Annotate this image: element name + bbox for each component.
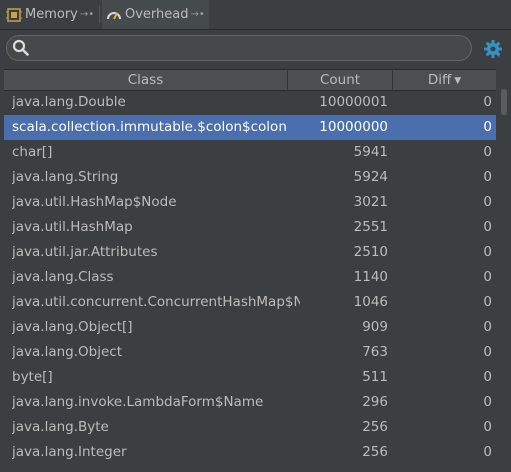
- table-row[interactable]: java.util.jar.Attributes 2510 0: [4, 240, 496, 265]
- diff-cell: 0: [483, 344, 492, 360]
- class-name-cell: byte[]: [12, 369, 53, 385]
- diff-cell: 0: [483, 444, 492, 460]
- table-row[interactable]: java.lang.Class 1140 0: [4, 265, 496, 290]
- class-name-cell: java.lang.Class: [12, 269, 114, 285]
- table-row[interactable]: java.util.HashMap$Node 3021 0: [4, 190, 496, 215]
- tab-memory[interactable]: Memory →•: [6, 0, 101, 29]
- table-row[interactable]: java.util.concurrent.ConcurrentHashMap$N…: [4, 290, 496, 315]
- class-name-cell: java.util.HashMap$Node: [12, 194, 177, 210]
- table-row[interactable]: byte[] 511 0: [4, 365, 496, 390]
- diff-cell: 0: [483, 194, 492, 210]
- class-name-cell: java.util.HashMap: [12, 219, 133, 235]
- count-cell: 2551: [353, 219, 388, 235]
- diff-cell: 0: [483, 244, 492, 260]
- diff-cell: 0: [483, 219, 492, 235]
- diff-cell: 0: [483, 319, 492, 335]
- memory-icon: [6, 7, 22, 22]
- table-row[interactable]: java.lang.String 5924 0: [4, 165, 496, 190]
- diff-cell: 0: [483, 144, 492, 160]
- diff-cell: 0: [483, 394, 492, 410]
- class-name-cell: java.lang.Byte: [12, 419, 109, 435]
- column-label: Count: [319, 72, 361, 88]
- diff-cell: 0: [483, 369, 492, 385]
- table-row[interactable]: java.lang.Double 10000001 0: [4, 90, 496, 115]
- pin-icon[interactable]: →•: [191, 9, 205, 20]
- column-header-diff[interactable]: Diff ▼: [393, 70, 496, 90]
- class-name-cell: java.lang.Object: [12, 344, 122, 360]
- column-label: Diff: [427, 72, 452, 88]
- table-row[interactable]: java.util.HashMap 2551 0: [4, 215, 496, 240]
- table-body: java.lang.Double 10000001 0 scala.collectio…: [4, 90, 496, 465]
- count-cell: 256: [362, 419, 388, 435]
- column-header-class[interactable]: Class: [4, 70, 288, 90]
- class-table: Class Count Diff ▼ java.lang.Double 100000…: [4, 69, 496, 472]
- column-header-count[interactable]: Count: [288, 70, 393, 90]
- scrollbar-thumb[interactable]: [501, 89, 507, 115]
- gauge-icon: [107, 11, 121, 19]
- count-cell: 1140: [353, 269, 388, 285]
- tab-label: Overhead: [125, 7, 189, 22]
- diff-cell: 0: [483, 94, 492, 110]
- sort-descending-icon: ▼: [454, 76, 462, 86]
- count-cell: 10000000: [319, 119, 388, 135]
- count-cell: 3021: [353, 194, 388, 210]
- count-cell: 1046: [353, 294, 388, 310]
- count-cell: 5924: [353, 169, 388, 185]
- gear-icon[interactable]: [483, 39, 503, 59]
- count-cell: 511: [362, 369, 388, 385]
- table-row[interactable]: java.lang.Object 763 0: [4, 340, 496, 365]
- tool-window-tabs: Memory →• Overhead →•: [0, 0, 511, 30]
- diff-cell: 0: [483, 169, 492, 185]
- table-row[interactable]: java.lang.Object[] 909 0: [4, 315, 496, 340]
- diff-cell: 0: [483, 119, 492, 135]
- class-name-cell: char[]: [12, 144, 53, 160]
- tab-label: Memory: [25, 7, 78, 22]
- count-cell: 763: [362, 344, 388, 360]
- class-name-cell: java.util.jar.Attributes: [12, 244, 158, 260]
- class-name-cell: java.lang.String: [12, 169, 119, 185]
- table-row[interactable]: java.lang.invoke.LambdaForm$Name 296 0: [4, 390, 496, 415]
- diff-cell: 0: [483, 269, 492, 285]
- search-bar: [0, 30, 511, 68]
- tab-overhead[interactable]: Overhead →•: [102, 0, 209, 29]
- count-cell: 10000001: [319, 94, 388, 110]
- class-name-cell: java.lang.invoke.LambdaForm$Name: [12, 394, 264, 410]
- table-row[interactable]: scala.collection.immutable.$colon$colon 1…: [4, 115, 496, 140]
- diff-cell: 0: [483, 419, 492, 435]
- table-row[interactable]: char[] 5941 0: [4, 140, 496, 165]
- class-name-cell: java.lang.Integer: [12, 444, 127, 460]
- class-name-cell: java.util.concurrent.ConcurrentHashMap$N: [12, 294, 300, 310]
- table-row[interactable]: java.lang.Byte 256 0: [4, 415, 496, 440]
- class-name-cell: java.lang.Double: [12, 94, 126, 110]
- count-cell: 256: [362, 444, 388, 460]
- count-cell: 2510: [353, 244, 388, 260]
- column-label: Class: [127, 72, 164, 88]
- diff-cell: 0: [483, 294, 492, 310]
- class-name-cell: scala.collection.immutable.$colon$colon: [12, 119, 287, 135]
- count-cell: 296: [362, 394, 388, 410]
- search-icon: [12, 39, 29, 56]
- count-cell: 909: [362, 319, 388, 335]
- count-cell: 5941: [353, 144, 388, 160]
- search-input[interactable]: [34, 36, 468, 60]
- class-name-cell: java.lang.Object[]: [12, 319, 133, 335]
- table-row[interactable]: java.lang.Integer 256 0: [4, 440, 496, 465]
- vertical-scrollbar[interactable]: [497, 89, 511, 472]
- table-header: Class Count Diff ▼: [4, 69, 496, 91]
- pin-icon[interactable]: →•: [80, 9, 94, 20]
